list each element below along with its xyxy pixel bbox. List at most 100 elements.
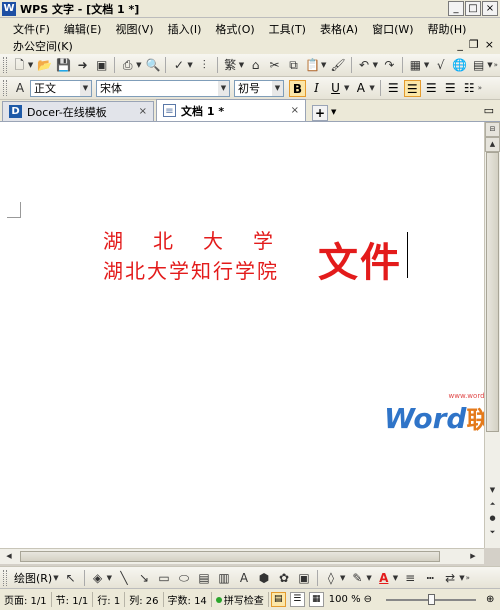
brush-icon[interactable]: 🖌 (330, 57, 345, 73)
spell-check-toggle[interactable]: 拼写检查 (212, 592, 269, 607)
open-folder-icon[interactable]: 📂 (37, 57, 52, 73)
dash-style-icon[interactable]: ┅ (422, 570, 438, 586)
font-select[interactable]: 宋体 ▼ (96, 79, 230, 97)
vertical-scrollbar[interactable]: ⊟ ▲ ▼ ⏶ ● ⏷ (484, 122, 500, 548)
toolbar-more-icon[interactable]: » (478, 84, 482, 92)
format-painter-icon[interactable]: ⌂ (248, 57, 263, 73)
scroll-right-icon[interactable]: ▶ (466, 550, 480, 563)
next-page-icon[interactable]: ⏷ (485, 528, 500, 540)
ellipse-icon[interactable]: ⬭ (176, 570, 192, 586)
italic-button[interactable]: I (308, 80, 325, 97)
align-center-icon[interactable]: ☰ (403, 79, 421, 97)
chevron-down-icon[interactable]: ▼ (272, 80, 283, 96)
table-icon[interactable]: ▦ (408, 57, 423, 73)
scroll-down-icon[interactable]: ▼ (485, 486, 500, 498)
dropdown-arrow-icon[interactable]: ▼ (344, 84, 349, 92)
clipart-icon[interactable]: ✿ (276, 570, 292, 586)
menu-edit[interactable]: 编辑(E) (59, 20, 107, 38)
doc-close-button[interactable]: × (485, 38, 494, 51)
horizontal-scroll-thumb[interactable] (20, 551, 440, 562)
dropdown-arrow-icon[interactable]: ▼ (107, 574, 112, 582)
status-word-count[interactable]: 字数: 14 (164, 592, 212, 607)
menu-insert[interactable]: 插入(I) (163, 20, 207, 38)
draw-menu-button[interactable]: 绘图(R) (14, 570, 52, 586)
scroll-left-icon[interactable]: ◀ (2, 550, 16, 563)
page-layout-icon[interactable]: ⫶ (197, 57, 212, 73)
underline-button[interactable]: U (327, 80, 344, 97)
formula-icon[interactable]: √ (433, 57, 448, 73)
toolbar-grip[interactable] (3, 569, 7, 586)
menu-help[interactable]: 帮助(H) (423, 20, 472, 38)
zoom-thumb[interactable] (427, 593, 435, 605)
chevron-down-icon[interactable]: ▼ (218, 80, 229, 96)
dropdown-arrow-icon[interactable]: ▼ (136, 61, 141, 69)
ruler-toggle-icon[interactable]: ⊟ (485, 122, 500, 137)
dropdown-arrow-icon[interactable]: ▼ (459, 574, 464, 582)
doc-minimize-button[interactable]: _ (457, 38, 463, 51)
status-page[interactable]: 页面: 1/1 (0, 592, 52, 607)
menu-view[interactable]: 视图(V) (110, 20, 158, 38)
menu-table[interactable]: 表格(A) (315, 20, 363, 38)
wordart-icon[interactable]: A (236, 570, 252, 586)
zoom-out-icon[interactable]: ⊖ (364, 594, 372, 605)
close-icon[interactable]: × (291, 105, 299, 116)
select-pointer-icon[interactable]: ↖ (63, 570, 79, 586)
close-icon[interactable]: × (139, 106, 147, 117)
zoom-in-icon[interactable]: ⊕ (486, 594, 494, 605)
print-preview-icon[interactable]: 🔍 (146, 57, 161, 73)
dropdown-arrow-icon[interactable]: ▼ (393, 574, 398, 582)
spell-check-icon[interactable]: ✓ (171, 57, 186, 73)
menu-office-space[interactable]: 办公空间(K) (8, 37, 78, 55)
chevron-down-icon[interactable]: ▼ (331, 108, 336, 116)
menu-tools[interactable]: 工具(T) (264, 20, 311, 38)
vertical-scroll-thumb[interactable] (486, 152, 499, 432)
document-canvas[interactable]: 湖北大学 湖北大学知行学院 文件 www.wordlm.com Word联盟 (0, 122, 500, 548)
distributed-align-icon[interactable]: ☷ (461, 80, 478, 97)
tab-docer-templates[interactable]: D Docer-在线模板 × (2, 101, 154, 121)
dropdown-arrow-icon[interactable]: ▼ (424, 61, 429, 69)
fill-color-icon[interactable]: ◊ (323, 570, 339, 586)
font-color-button[interactable]: A (352, 80, 369, 97)
tab-document-1[interactable]: ≡ 文档 1 * × (156, 99, 306, 121)
web-view-icon[interactable]: ▦ (308, 592, 324, 607)
task-pane-icon[interactable]: ▭ (484, 104, 494, 117)
horizontal-scrollbar[interactable]: ◀ ▶ (0, 548, 484, 564)
menu-window[interactable]: 窗口(W) (367, 20, 418, 38)
align-right-icon[interactable]: ☰ (423, 80, 440, 97)
toolbar-grip[interactable] (3, 80, 7, 96)
dropdown-arrow-icon[interactable]: ▼ (53, 574, 58, 582)
dropdown-arrow-icon[interactable]: ▼ (340, 574, 345, 582)
dropdown-arrow-icon[interactable]: ▼ (187, 61, 192, 69)
new-document-icon[interactable]: 🗋 (12, 57, 27, 73)
save-icon[interactable]: 💾 (56, 57, 71, 73)
zoom-slider[interactable] (376, 593, 486, 606)
diagram-icon[interactable]: ⬢ (256, 570, 272, 586)
justify-icon[interactable]: ☰ (442, 80, 459, 97)
autoshapes-icon[interactable]: ◈ (90, 570, 106, 586)
minimize-button[interactable]: _ (448, 1, 464, 16)
picture-icon[interactable]: ▣ (296, 570, 312, 586)
send-icon[interactable]: ➜ (75, 57, 90, 73)
font-color-icon[interactable]: A (376, 570, 392, 586)
undo-icon[interactable]: ↶ (357, 57, 372, 73)
align-left-icon[interactable]: ☰ (385, 80, 402, 97)
maximize-button[interactable]: □ (465, 1, 481, 16)
dropdown-arrow-icon[interactable]: ▼ (28, 61, 33, 69)
style-select[interactable]: 正文 ▼ (30, 79, 92, 97)
dropdown-arrow-icon[interactable]: ▼ (369, 84, 374, 92)
new-tab-button[interactable]: + (312, 105, 328, 121)
redo-icon[interactable]: ↷ (382, 57, 397, 73)
bold-button[interactable]: B (289, 79, 306, 97)
close-button[interactable]: × (482, 1, 498, 16)
copy-icon[interactable]: ⧉ (286, 57, 301, 73)
print-icon[interactable]: ⎙ (120, 57, 135, 73)
select-browse-object-icon[interactable]: ● (485, 514, 500, 526)
traditional-chinese-icon[interactable]: 繁 (223, 57, 238, 73)
dropdown-arrow-icon[interactable]: ▼ (239, 61, 244, 69)
menu-format[interactable]: 格式(O) (210, 20, 259, 38)
zoom-level[interactable]: 100 % (329, 594, 361, 605)
document-text-line-2[interactable]: 湖北大学知行学院 (103, 255, 279, 284)
font-size-select[interactable]: 初号 ▼ (234, 79, 284, 97)
paste-icon[interactable]: 📋 (305, 57, 320, 73)
export-pdf-icon[interactable]: ▣ (94, 57, 109, 73)
